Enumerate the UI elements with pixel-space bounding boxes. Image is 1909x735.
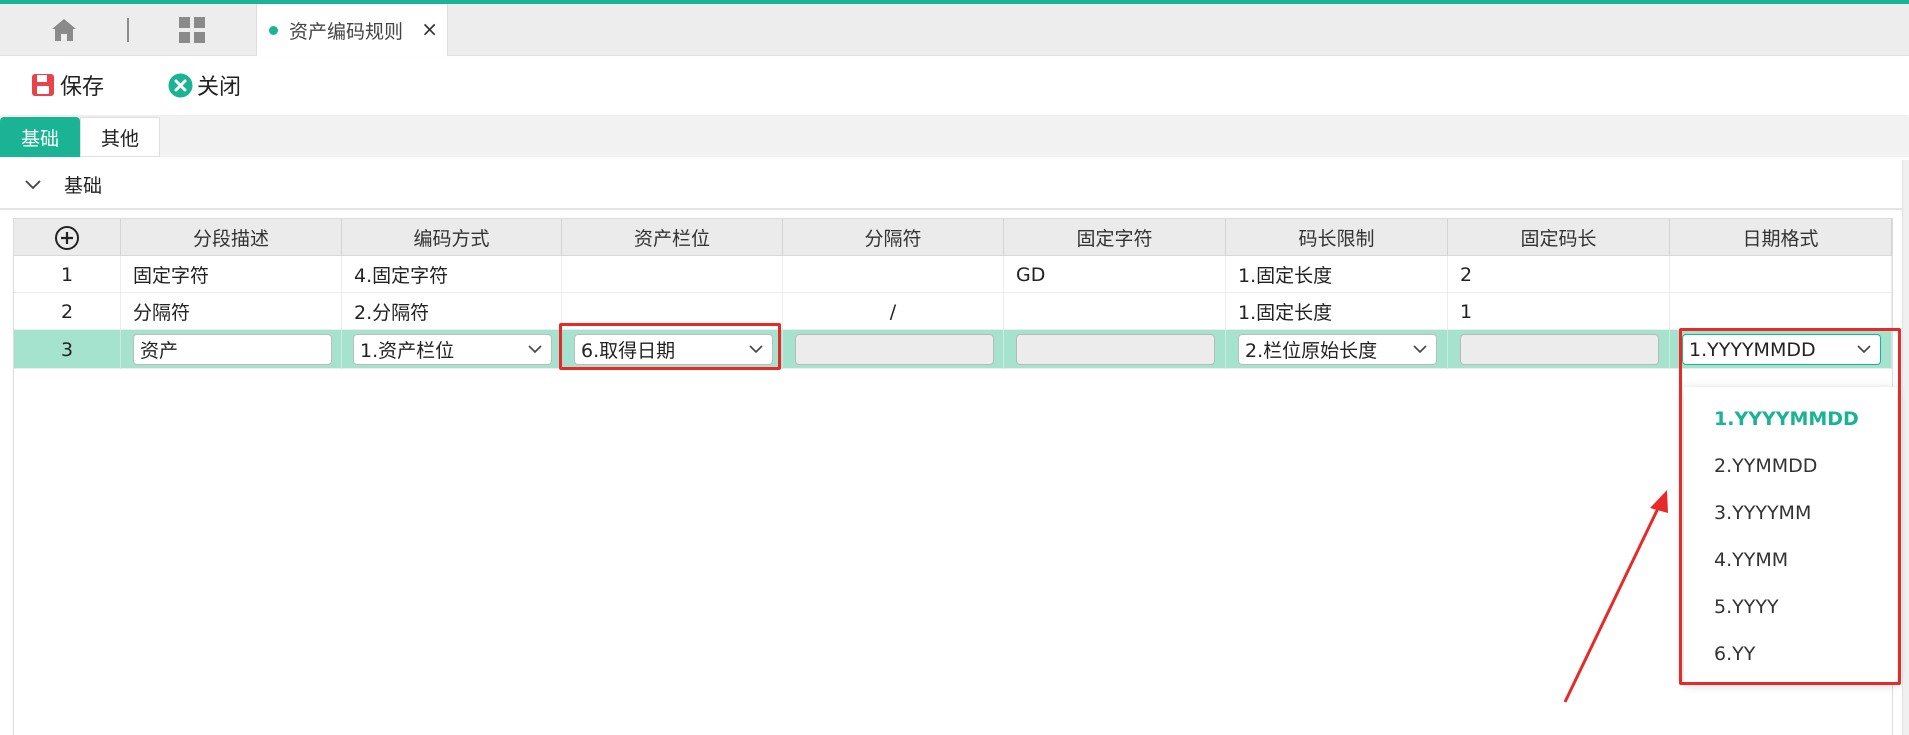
cell-date-format[interactable] [1670,256,1892,293]
cell-separator [783,330,1004,369]
table-row[interactable]: 1 固定字符 4.固定字符 GD 1.固定长度 2 [14,256,1892,293]
separator-input[interactable] [795,334,994,365]
table-header: 分段描述 编码方式 资产栏位 分隔符 固定字符 码长限制 固定码长 日期格式 [14,219,1892,256]
row-number: 1 [14,256,121,293]
close-circle-icon [167,72,193,98]
tab-bar: 资产编码规则 × [0,4,1909,56]
cell-fixed-length[interactable]: 1 [1448,293,1670,330]
toolbar: 保存 关闭 [0,57,1909,115]
chevron-down-icon[interactable] [24,178,42,190]
column-header[interactable]: 分隔符 [783,219,1004,256]
apps-button[interactable] [176,14,208,46]
cell-method[interactable]: 2.分隔符 [342,293,562,330]
cell-length-limit: 2.栏位原始长度 [1226,330,1448,369]
tab-asset-coding-rules[interactable]: 资产编码规则 × [256,4,448,56]
length-limit-select-value: 2.栏位原始长度 [1245,340,1378,362]
row-number: 2 [14,293,121,330]
home-button[interactable] [48,14,80,46]
tab-divider [127,18,129,42]
cell-description: 资产 [121,330,342,369]
cell-fixed-chars[interactable] [1004,293,1226,330]
save-button[interactable]: 保存 [30,67,104,103]
description-input[interactable]: 资产 [133,334,332,365]
cell-separator[interactable] [783,256,1004,293]
plus-circle-icon [55,225,79,250]
cell-fixed-chars[interactable]: GD [1004,256,1226,293]
column-header[interactable]: 编码方式 [342,219,562,256]
chevron-down-icon [1413,345,1427,354]
save-icon [30,72,56,98]
fixed-length-input[interactable] [1460,334,1659,365]
fixed-chars-input[interactable] [1016,334,1215,365]
home-icon [52,19,76,41]
cell-method: 1.资产栏位 [342,330,562,369]
column-header[interactable]: 码长限制 [1226,219,1448,256]
column-header[interactable]: 固定字符 [1004,219,1226,256]
table-row[interactable]: 2 分隔符 2.分隔符 / 1.固定长度 1 [14,293,1892,330]
method-select-value: 1.资产栏位 [360,340,455,362]
active-dot-icon [269,25,278,35]
row-number: 3 [14,330,121,369]
tab-basic[interactable]: 基础 [0,117,80,157]
cell-fixed-length [1448,330,1670,369]
column-header[interactable]: 分段描述 [121,219,342,256]
close-button[interactable]: 关闭 [167,67,241,103]
cell-method[interactable]: 4.固定字符 [342,256,562,293]
cell-length-limit[interactable]: 1.固定长度 [1226,293,1448,330]
tab-other[interactable]: 其他 [80,117,160,157]
annotation-arrow [1563,490,1668,703]
sub-tab-bar: 基础 其他 [0,117,1909,157]
cell-date-format[interactable] [1670,293,1892,330]
add-row-button[interactable] [14,219,121,256]
length-limit-select[interactable]: 2.栏位原始长度 [1238,334,1437,365]
tab-label: 资产编码规则 [289,20,404,43]
column-header[interactable]: 日期格式 [1670,219,1892,256]
chevron-down-icon [528,345,542,354]
cell-description[interactable]: 分隔符 [121,293,342,330]
vertical-scrollbar[interactable] [1902,160,1909,735]
close-tab-icon[interactable]: × [421,17,438,41]
method-select[interactable]: 1.资产栏位 [353,334,552,365]
section-title: 基础 [64,174,103,197]
column-header[interactable]: 固定码长 [1448,219,1670,256]
annotation-box-date-format [1679,328,1901,685]
cell-length-limit[interactable]: 1.固定长度 [1226,256,1448,293]
cell-fixed-chars [1004,330,1226,369]
cell-description[interactable]: 固定字符 [121,256,342,293]
close-label: 关闭 [197,75,242,100]
table-row-editing[interactable]: 3 资产 1.资产栏位 6.取得日期 2.栏位原始长度 1.YYYYMMDD [14,330,1892,369]
section-header-basic[interactable]: 基础 [0,160,1909,210]
cell-fixed-length[interactable]: 2 [1448,256,1670,293]
cell-separator[interactable]: / [783,293,1004,330]
annotation-box-asset-field [559,323,781,370]
grid-icon [179,17,205,43]
column-header[interactable]: 资产栏位 [562,219,783,256]
save-label: 保存 [60,75,105,100]
cell-asset-field[interactable] [562,256,783,293]
